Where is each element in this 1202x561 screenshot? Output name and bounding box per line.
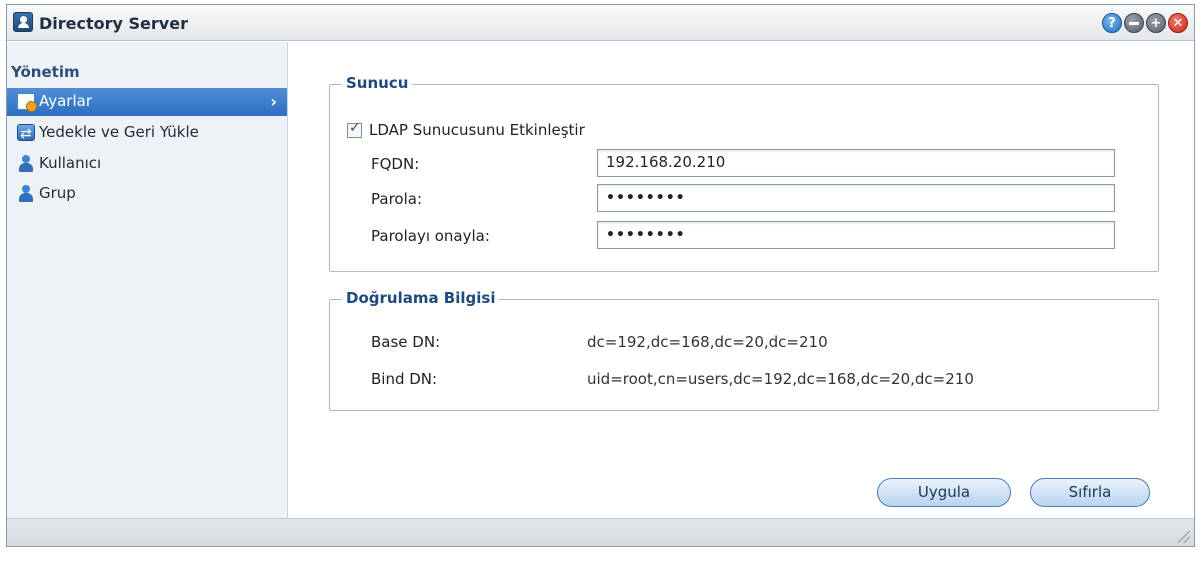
bind-dn-label: Bind DN: bbox=[371, 370, 438, 388]
sidebar-item-label: Grup bbox=[39, 184, 76, 202]
enable-ldap-label: LDAP Sunucusunu Etkinleştir bbox=[369, 121, 585, 139]
directory-server-window: Directory Server ? + ✕ Yönetim Ayarlar ›… bbox=[6, 4, 1195, 547]
status-bar bbox=[7, 518, 1194, 546]
fqdn-label: FQDN: bbox=[371, 155, 420, 173]
sidebar-item-ayarlar[interactable]: Ayarlar › bbox=[7, 88, 287, 116]
minimize-button[interactable] bbox=[1124, 13, 1144, 33]
resize-grip-icon[interactable] bbox=[1178, 531, 1190, 543]
maximize-button[interactable]: + bbox=[1146, 13, 1166, 33]
auth-info-fieldset: Doğrulama Bilgisi Base DN: dc=192,dc=168… bbox=[329, 289, 1159, 411]
apply-button[interactable]: Uygula bbox=[877, 478, 1011, 507]
fqdn-input[interactable]: 192.168.20.210 bbox=[597, 149, 1115, 177]
auth-info-legend: Doğrulama Bilgisi bbox=[342, 289, 500, 307]
password-input[interactable]: •••••••• bbox=[597, 184, 1115, 212]
group-icon bbox=[17, 185, 35, 202]
base-dn-value: dc=192,dc=168,dc=20,dc=210 bbox=[587, 333, 828, 351]
reset-button[interactable]: Sıfırla bbox=[1030, 478, 1150, 507]
close-button[interactable]: ✕ bbox=[1168, 13, 1188, 33]
help-button[interactable]: ? bbox=[1102, 13, 1122, 33]
base-dn-label: Base DN: bbox=[371, 333, 441, 351]
settings-icon bbox=[17, 93, 37, 112]
sidebar-heading: Yönetim bbox=[11, 63, 80, 81]
sidebar-item-grup[interactable]: Grup bbox=[7, 180, 287, 208]
directory-server-app-icon bbox=[13, 12, 33, 32]
sidebar-item-label: Ayarlar bbox=[39, 92, 93, 110]
server-legend: Sunucu bbox=[342, 74, 413, 92]
enable-ldap-row[interactable]: LDAP Sunucusunu Etkinleştir bbox=[347, 120, 585, 139]
main-panel: Sunucu LDAP Sunucusunu Etkinleştir FQDN:… bbox=[289, 42, 1194, 519]
backup-restore-icon bbox=[17, 121, 35, 148]
chevron-right-icon: › bbox=[270, 92, 277, 111]
user-icon bbox=[17, 155, 35, 172]
sidebar-item-yedekle[interactable]: Yedekle ve Geri Yükle bbox=[7, 119, 287, 148]
sidebar-item-label: Kullanıcı bbox=[39, 154, 102, 172]
confirm-password-input[interactable]: •••••••• bbox=[597, 221, 1115, 249]
window-title: Directory Server bbox=[39, 14, 188, 33]
sidebar-item-label: Yedekle ve Geri Yükle bbox=[39, 123, 199, 141]
password-label: Parola: bbox=[371, 190, 422, 208]
window-controls: ? + ✕ bbox=[1102, 13, 1188, 33]
sidebar: Yönetim Ayarlar › Yedekle ve Geri Yükle … bbox=[7, 42, 288, 519]
server-fieldset: Sunucu LDAP Sunucusunu Etkinleştir FQDN:… bbox=[329, 74, 1159, 272]
bind-dn-value: uid=root,cn=users,dc=192,dc=168,dc=20,dc… bbox=[587, 370, 974, 388]
title-bar[interactable]: Directory Server ? + ✕ bbox=[7, 5, 1194, 41]
enable-ldap-checkbox[interactable] bbox=[347, 120, 362, 138]
sidebar-item-kullanici[interactable]: Kullanıcı bbox=[7, 150, 287, 178]
confirm-password-label: Parolayı onayla: bbox=[371, 227, 490, 245]
